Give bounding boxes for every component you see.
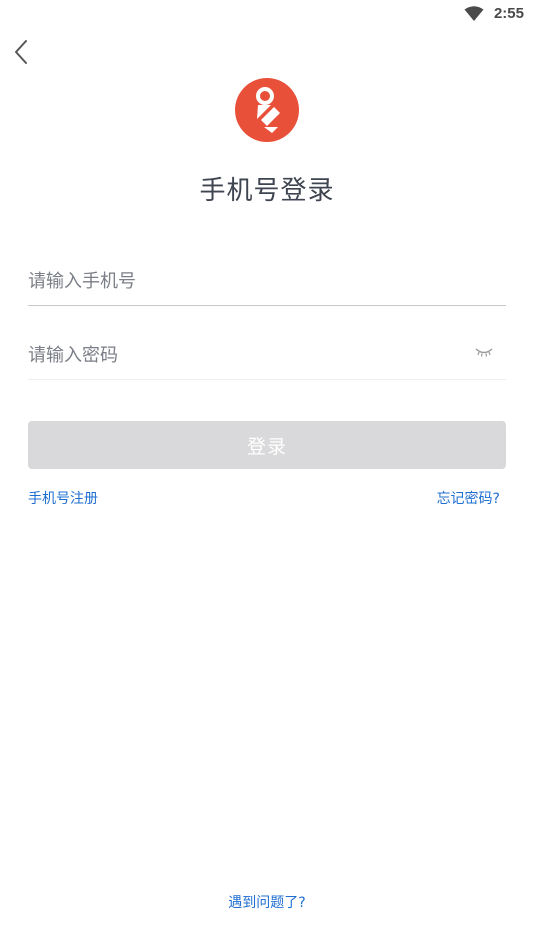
status-bar: 2:55 bbox=[0, 0, 534, 30]
app-logo bbox=[234, 77, 300, 143]
password-field[interactable] bbox=[28, 331, 506, 380]
back-button[interactable] bbox=[10, 38, 34, 66]
page-title: 手机号登录 bbox=[199, 176, 335, 206]
register-link[interactable]: 手机号注册 bbox=[28, 488, 98, 508]
chevron-left-icon bbox=[15, 40, 27, 64]
password-input[interactable] bbox=[28, 331, 506, 379]
wifi-icon bbox=[464, 6, 484, 21]
login-button[interactable]: 登录 bbox=[28, 421, 506, 469]
help-link[interactable]: 遇到问题了? bbox=[0, 892, 534, 912]
eye-closed-icon[interactable] bbox=[474, 345, 494, 359]
status-time: 2:55 bbox=[493, 5, 524, 22]
phone-field[interactable] bbox=[28, 257, 506, 306]
forgot-password-link[interactable]: 忘记密码? bbox=[437, 488, 500, 508]
phone-input[interactable] bbox=[28, 257, 506, 305]
